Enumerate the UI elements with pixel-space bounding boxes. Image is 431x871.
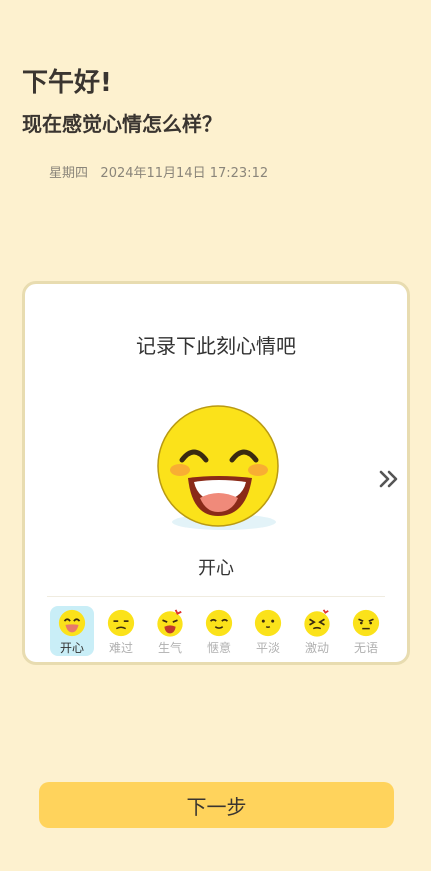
sad-face-icon <box>107 609 135 637</box>
laughing-face-icon <box>58 609 86 637</box>
speechless-face-icon <box>352 609 380 637</box>
card-title: 记录下此刻心情吧 <box>136 334 296 358</box>
mood-option-label: 无语 <box>353 641 378 655</box>
mood-option-label: 生气 <box>157 641 182 655</box>
next-step-button[interactable]: 下一步 <box>39 782 394 828</box>
mood-question: 现在感觉心情怎么样？ <box>22 112 222 136</box>
divider <box>47 596 385 597</box>
mood-option-excited[interactable]: 激动 <box>295 606 339 656</box>
content-face-icon <box>205 609 233 637</box>
mood-option-label: 难过 <box>108 641 133 655</box>
datetime-text: 星期四 2024年11月14日 17:23:12 <box>49 162 268 181</box>
next-mood-arrow-icon[interactable] <box>377 467 401 491</box>
mood-option-label: 平淡 <box>255 641 280 655</box>
mood-option-label: 惬意 <box>206 641 231 655</box>
mood-option-happy[interactable]: 开心 <box>50 606 94 656</box>
excited-face-icon <box>304 609 330 637</box>
mood-option-angry[interactable]: 生气 <box>148 606 192 656</box>
angry-face-icon <box>157 609 183 637</box>
mood-option-label: 激动 <box>304 641 329 655</box>
mood-option-neutral[interactable]: 平淡 <box>246 606 290 656</box>
date-time-value: 2024年11月14日 17:23:12 <box>100 166 269 181</box>
mood-option-label: 开心 <box>59 641 84 655</box>
neutral-face-icon <box>254 609 282 637</box>
mood-selector: 开心 难过 生气 惬意 平淡 激动 无语 <box>50 606 388 658</box>
laughing-face-icon <box>157 405 279 530</box>
mood-option-speechless[interactable]: 无语 <box>344 606 388 656</box>
mood-option-sad[interactable]: 难过 <box>99 606 143 656</box>
weekday-text: 星期四 <box>49 166 89 181</box>
mood-option-content[interactable]: 惬意 <box>197 606 241 656</box>
selected-mood-label: 开心 <box>198 558 234 579</box>
mood-card: 记录下此刻心情吧 开心 开心 难过 生气 惬意 平淡 激动 无语 <box>22 281 410 665</box>
greeting-title: 下午好! <box>22 68 112 98</box>
